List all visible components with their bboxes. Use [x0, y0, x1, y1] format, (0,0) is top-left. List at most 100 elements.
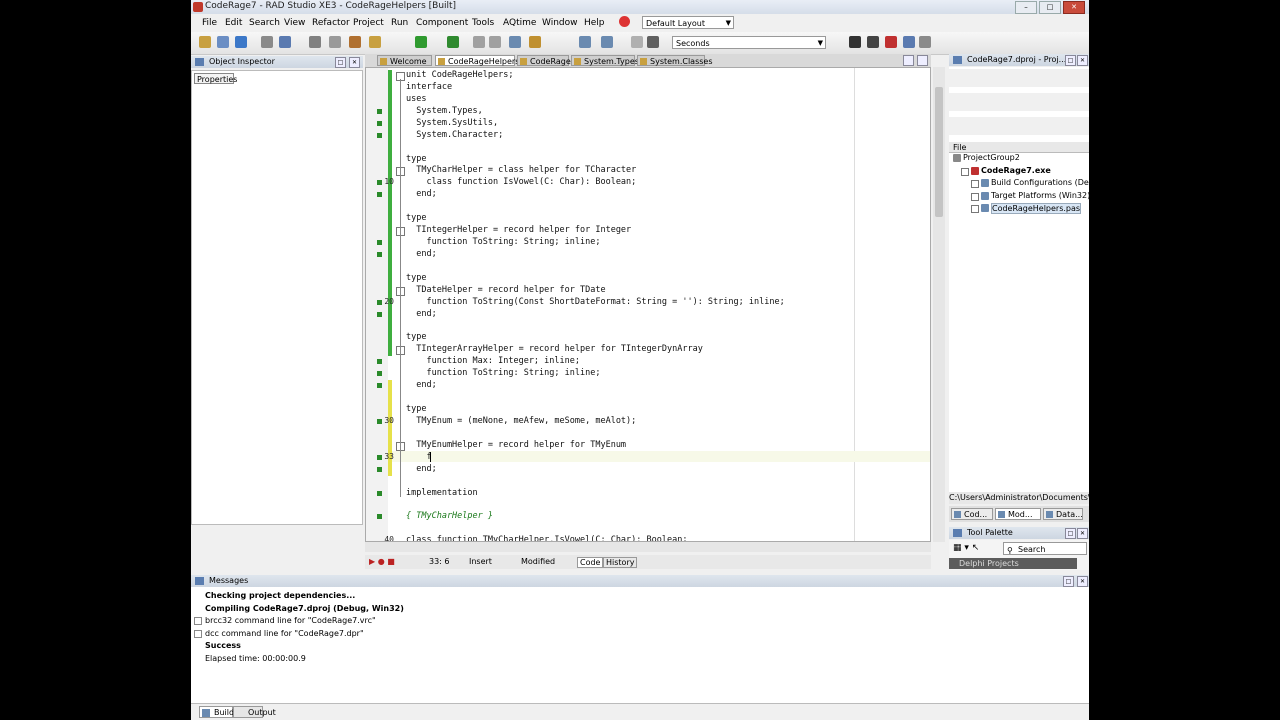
- executable-line-dot[interactable]: [377, 311, 382, 317]
- toolbar-icon[interactable]: [473, 36, 485, 48]
- menu-window[interactable]: Window: [542, 18, 578, 28]
- close-icon[interactable]: ✕: [1077, 55, 1088, 66]
- toolbar-icon[interactable]: [279, 36, 291, 48]
- menu-project[interactable]: Project: [353, 18, 384, 28]
- code-line[interactable]: TDateHelper = record helper for TDate: [406, 285, 605, 295]
- executable-line-dot[interactable]: [377, 132, 382, 138]
- executable-line-dot[interactable]: [377, 514, 382, 520]
- toolbar-icon[interactable]: [199, 36, 211, 48]
- menu-tools[interactable]: Tools: [472, 18, 494, 28]
- toolbar-icon[interactable]: [903, 36, 915, 48]
- pin-icon[interactable]: □: [335, 57, 346, 68]
- code-line[interactable]: TIntegerArrayHelper = record helper for …: [406, 344, 703, 354]
- code-line[interactable]: type: [406, 332, 426, 342]
- code-line[interactable]: uses: [406, 94, 426, 104]
- expand-icon[interactable]: [961, 167, 969, 176]
- tree-item[interactable]: Build Configurations (Debug): [991, 178, 1089, 187]
- tab-code[interactable]: Code: [577, 557, 604, 568]
- executable-line-dot[interactable]: [377, 240, 382, 246]
- tab-welcome page[interactable]: Welcome Page: [377, 55, 432, 77]
- editor-horizontal-scrollbar[interactable]: [365, 542, 931, 552]
- code-line[interactable]: end;: [406, 189, 436, 199]
- expand-icon[interactable]: [194, 617, 202, 626]
- toolbar-icon[interactable]: [261, 36, 273, 48]
- tree-item[interactable]: CodeRage7.exe: [981, 166, 1051, 175]
- toolbar-icon[interactable]: [579, 36, 591, 48]
- toolbar-icon[interactable]: [329, 36, 341, 48]
- scroll-thumb[interactable]: [935, 87, 943, 217]
- message-item[interactable]: Elapsed time: 00:00:00.9: [205, 654, 306, 663]
- toolbar-icon[interactable]: [369, 36, 381, 48]
- menu-edit[interactable]: Edit: [225, 18, 242, 28]
- toolbar-icon[interactable]: [349, 36, 361, 48]
- executable-line-dot[interactable]: [377, 466, 382, 472]
- close-icon[interactable]: [917, 55, 928, 66]
- embarcadero-logo-icon[interactable]: [619, 16, 630, 27]
- toolbar-icon[interactable]: [529, 36, 541, 48]
- tab-list-icon[interactable]: [903, 55, 914, 66]
- code-line[interactable]: TMyEnumHelper = record helper for TMyEnu…: [406, 440, 626, 450]
- palette-tools-icon[interactable]: ▦ ▾ ↖: [953, 543, 979, 553]
- menu-refactor[interactable]: Refactor: [312, 18, 350, 28]
- close-button[interactable]: ✕: [1063, 1, 1085, 14]
- tab-coderagehelpers[interactable]: CodeRageHelpers: [435, 55, 519, 66]
- toolbar-icon[interactable]: [217, 36, 229, 48]
- toolbar-icon[interactable]: [309, 36, 321, 48]
- tree-item[interactable]: CodeRageHelpers.pas: [991, 203, 1082, 215]
- tab-system-types[interactable]: System.Types: [571, 55, 639, 66]
- pin-icon[interactable]: □: [1065, 55, 1076, 66]
- code-line[interactable]: class function TMyCharHelper.IsVowel(C: …: [406, 535, 687, 541]
- toolbar-icon[interactable]: [235, 36, 247, 48]
- tab-system-classes[interactable]: System.Classes: [637, 55, 713, 66]
- menu-search[interactable]: Search: [249, 18, 280, 28]
- code-line[interactable]: implementation: [406, 488, 478, 498]
- tree-item[interactable]: ProjectGroup2: [963, 153, 1020, 162]
- toolbar-icon[interactable]: [489, 36, 501, 48]
- expand-icon[interactable]: [194, 629, 202, 638]
- code-line[interactable]: System.SysUtils,: [406, 118, 498, 128]
- executable-line-dot[interactable]: [377, 120, 382, 126]
- code-editor[interactable]: 10 20 30 33 40 unit CodeRageHelpers; interface…: [365, 67, 931, 542]
- menu-component[interactable]: Component: [416, 18, 468, 28]
- executable-line-dot[interactable]: [377, 108, 382, 114]
- code-line[interactable]: end;: [406, 464, 436, 474]
- pin-icon[interactable]: □: [1063, 576, 1074, 587]
- code-line[interactable]: function ToString: String; inline;: [406, 237, 600, 247]
- tab-output[interactable]: Output: [233, 706, 276, 718]
- code-line[interactable]: type: [406, 404, 426, 414]
- tab-build[interactable]: Build: [199, 706, 234, 718]
- toolbar-icon[interactable]: [647, 36, 659, 48]
- code-line[interactable]: { TMyCharHelper }: [406, 511, 493, 521]
- tree-item[interactable]: Target Platforms (Win32): [991, 191, 1089, 200]
- code-line[interactable]: f: [406, 452, 431, 462]
- tab-history[interactable]: History: [603, 557, 638, 568]
- code-line[interactable]: unit CodeRageHelpers;: [406, 70, 513, 80]
- palette-search-input[interactable]: ⚲ Search: [1003, 542, 1087, 555]
- code-line[interactable]: TIntegerHelper = record helper for Integ…: [406, 225, 631, 235]
- layout-combo[interactable]: Default Layout ▼: [642, 16, 734, 29]
- menu-help[interactable]: Help: [584, 18, 605, 28]
- code-line[interactable]: end;: [406, 249, 436, 259]
- tab-project-0[interactable]: Cod...: [951, 508, 993, 520]
- message-item[interactable]: brcc32 command line for "CodeRage7.vrc": [205, 616, 376, 625]
- code-line[interactable]: function ToString: String; inline;: [406, 368, 600, 378]
- seconds-combo[interactable]: Seconds ▼: [672, 36, 826, 49]
- editor-vertical-scrollbar[interactable]: [933, 67, 945, 542]
- executable-line-dot[interactable]: [377, 383, 382, 389]
- record-macro-icon[interactable]: ▶ ● ■: [369, 557, 395, 566]
- executable-line-dot[interactable]: [377, 192, 382, 198]
- close-icon[interactable]: ✕: [1077, 576, 1088, 587]
- message-item[interactable]: Compiling CodeRage7.dproj (Debug, Win32): [205, 604, 404, 613]
- toolbar-icon[interactable]: [447, 36, 459, 48]
- code-line[interactable]: type: [406, 154, 426, 164]
- tab-properties[interactable]: Properties: [194, 73, 237, 84]
- palette-category[interactable]: Delphi Projects: [949, 558, 1077, 569]
- menu-run[interactable]: Run: [391, 18, 408, 28]
- message-item[interactable]: Success: [205, 641, 241, 650]
- minimize-button[interactable]: –: [1015, 1, 1037, 14]
- code-line[interactable]: end;: [406, 309, 436, 319]
- toolbar-icon[interactable]: [919, 36, 931, 48]
- code-line[interactable]: TMyCharHelper = class helper for TCharac…: [406, 165, 636, 175]
- executable-line-dot[interactable]: [377, 251, 382, 257]
- expand-icon[interactable]: [971, 205, 979, 214]
